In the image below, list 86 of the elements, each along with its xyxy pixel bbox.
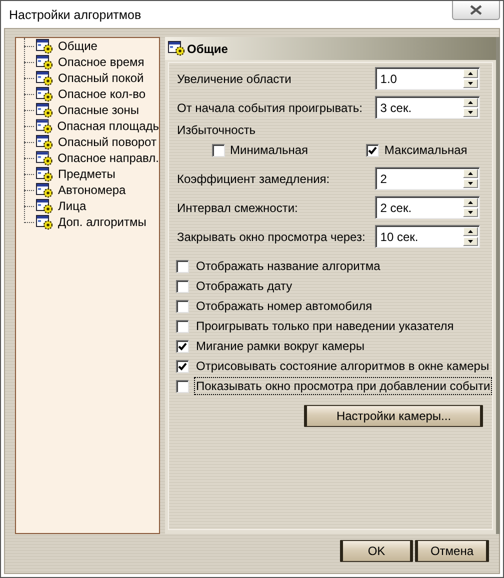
gear-window-icon	[36, 214, 54, 230]
down-arrow-icon	[468, 182, 474, 185]
spin-up-button[interactable]	[463, 169, 478, 178]
gear-window-icon	[36, 150, 54, 166]
field-label: Коэффициент замедления:	[177, 172, 330, 186]
spin-down-button[interactable]	[463, 179, 478, 188]
gear-window-icon	[36, 102, 54, 118]
checkbox[interactable]	[176, 380, 189, 392]
up-arrow-icon	[468, 172, 474, 175]
checkbox-label: Показывать окно просмотра при добавлении событи	[194, 377, 492, 395]
spin-down-button[interactable]	[463, 237, 478, 246]
up-arrow-icon	[468, 101, 474, 104]
checkbox-label: Отображать название алгоритма	[195, 258, 382, 275]
tree-item[interactable]: Опасный покой	[56, 71, 144, 85]
field-value: 3 сек.	[379, 100, 413, 114]
cancel-button[interactable]: Отмена	[415, 540, 489, 562]
tree-item[interactable]: Автономера	[56, 183, 126, 197]
gear-window-icon	[36, 54, 54, 70]
down-arrow-icon	[468, 111, 474, 114]
gear-window-icon	[36, 86, 54, 102]
checkbox-label: Проигрывать только при наведении указателя	[195, 318, 455, 335]
field-label: Закрывать окно просмотра через:	[177, 230, 366, 244]
tree-item[interactable]: Лица	[56, 199, 86, 213]
tree-item[interactable]: Опасная площадь	[55, 119, 159, 133]
checkbox[interactable]	[212, 144, 225, 156]
gear-window-icon	[36, 198, 54, 214]
up-arrow-icon	[468, 72, 474, 75]
camera-settings-button[interactable]: Настройки камеры...	[304, 405, 484, 427]
tree-item[interactable]: Опасный поворот	[56, 135, 156, 149]
checkbox[interactable]	[176, 280, 189, 292]
spin-up-button[interactable]	[463, 198, 478, 207]
spin-up-button[interactable]	[463, 227, 478, 236]
gear-window-icon	[36, 134, 54, 150]
spin-field[interactable]: 10 сек.	[375, 225, 480, 248]
gear-window-icon	[36, 166, 54, 182]
checkbox-label: Отрисовывать состояние алгоритмов в окне камеры	[195, 358, 490, 375]
tree-item[interactable]: Опасные зоны	[56, 103, 140, 117]
up-arrow-icon	[468, 201, 474, 204]
checkbox[interactable]	[366, 144, 380, 156]
window-title: Настройки алгоритмов	[9, 8, 142, 22]
spin-field[interactable]: 2	[375, 167, 480, 190]
up-arrow-icon	[468, 230, 474, 233]
spin-down-button[interactable]	[463, 79, 478, 88]
ok-button[interactable]: OK	[340, 540, 413, 562]
close-icon	[470, 5, 482, 15]
gear-window-icon	[36, 38, 54, 54]
spin-up-button[interactable]	[463, 69, 478, 78]
group-label: Избыточность	[177, 123, 256, 137]
spin-field[interactable]: 1.0	[375, 67, 480, 90]
down-arrow-icon	[468, 240, 474, 243]
tree-item[interactable]: Опасное направл.	[56, 151, 159, 165]
gear-window-icon	[36, 118, 54, 134]
spin-down-button[interactable]	[463, 108, 478, 117]
spin-up-button[interactable]	[463, 98, 478, 107]
field-label: Интервал смежности:	[177, 200, 298, 214]
gear-window-icon	[36, 70, 54, 86]
field-value: 1.0	[379, 72, 398, 86]
field-label: Увеличение области	[177, 72, 292, 86]
field-value: 2	[379, 172, 388, 186]
checkbox[interactable]	[176, 320, 189, 332]
spin-field[interactable]: 3 сек.	[375, 96, 480, 119]
spin-field[interactable]: 2 сек.	[375, 196, 480, 219]
spin-down-button[interactable]	[463, 208, 478, 217]
checkbox[interactable]	[176, 260, 189, 272]
gear-window-icon	[36, 182, 54, 198]
checkbox-label: Максимальная	[384, 143, 468, 157]
tree-item[interactable]: Доп. алгоритмы	[56, 215, 146, 229]
tree-item[interactable]: Опасное кол-во	[56, 87, 146, 101]
tree-item[interactable]: Опасное время	[56, 55, 144, 69]
field-value: 2 сек.	[379, 200, 413, 214]
checkbox-label: Отображать дату	[195, 278, 294, 295]
close-button[interactable]	[452, 1, 500, 20]
down-arrow-icon	[468, 82, 474, 85]
checkbox-label: Отображать номер автомобиля	[195, 298, 374, 315]
field-value: 10 сек.	[379, 230, 420, 244]
field-label: От начала события проигрывать:	[177, 100, 362, 114]
checkbox-label: Минимальная	[230, 143, 308, 157]
panel-title: Общие	[187, 42, 228, 56]
tree-item[interactable]: Общие	[56, 39, 98, 53]
tree-item[interactable]: Предметы	[56, 167, 116, 181]
checkbox[interactable]	[176, 300, 189, 312]
gear-window-icon	[168, 41, 186, 56]
checkbox-label: Мигание рамки вокруг камеры	[195, 338, 366, 355]
down-arrow-icon	[468, 211, 474, 214]
checkbox[interactable]	[176, 340, 189, 352]
checkbox[interactable]	[176, 360, 189, 372]
